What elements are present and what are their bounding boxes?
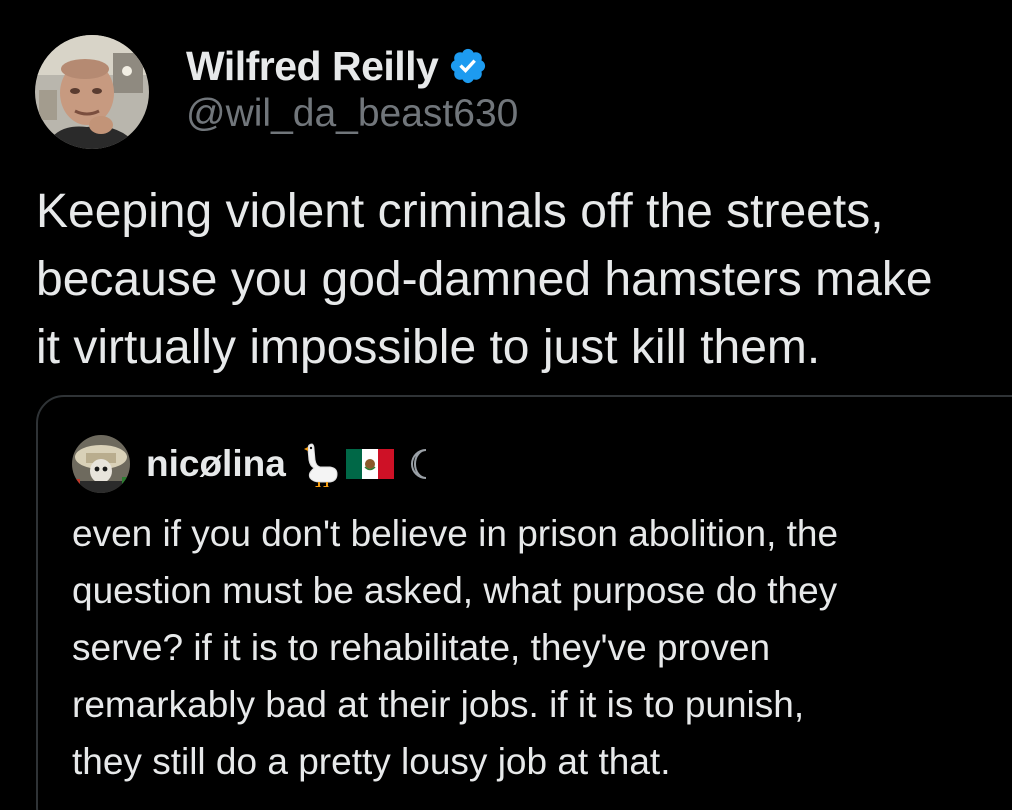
quoted-author-name[interactable]: nicølina [146, 443, 286, 485]
quoted-text-line: they still do a pretty lousy job at that… [72, 741, 671, 782]
quoted-author-avatar[interactable] [72, 435, 130, 493]
goose-icon [303, 443, 338, 487]
quoted-tweet-card[interactable]: nicølina even if you don't believe in pr… [36, 395, 1012, 810]
quoted-avatar-image [72, 435, 130, 493]
quote-clip: nicølina even if you don't believe in pr… [0, 0, 1012, 810]
quoted-text-line: remarkably bad at their jobs. if it is t… [72, 684, 805, 725]
mexico-flag-icon [345, 449, 394, 479]
quoted-text-line: even if you don't believe in prison abol… [72, 513, 839, 554]
quoted-tweet-text: even if you don't believe in prison abol… [72, 505, 1012, 790]
quoted-text-line: question must be asked, what purpose do … [72, 570, 838, 611]
quoted-author-header: nicølina [146, 437, 436, 491]
moon-icon [410, 449, 426, 479]
quoted-text-line: serve? if it is to rehabilitate, they've… [72, 627, 771, 668]
